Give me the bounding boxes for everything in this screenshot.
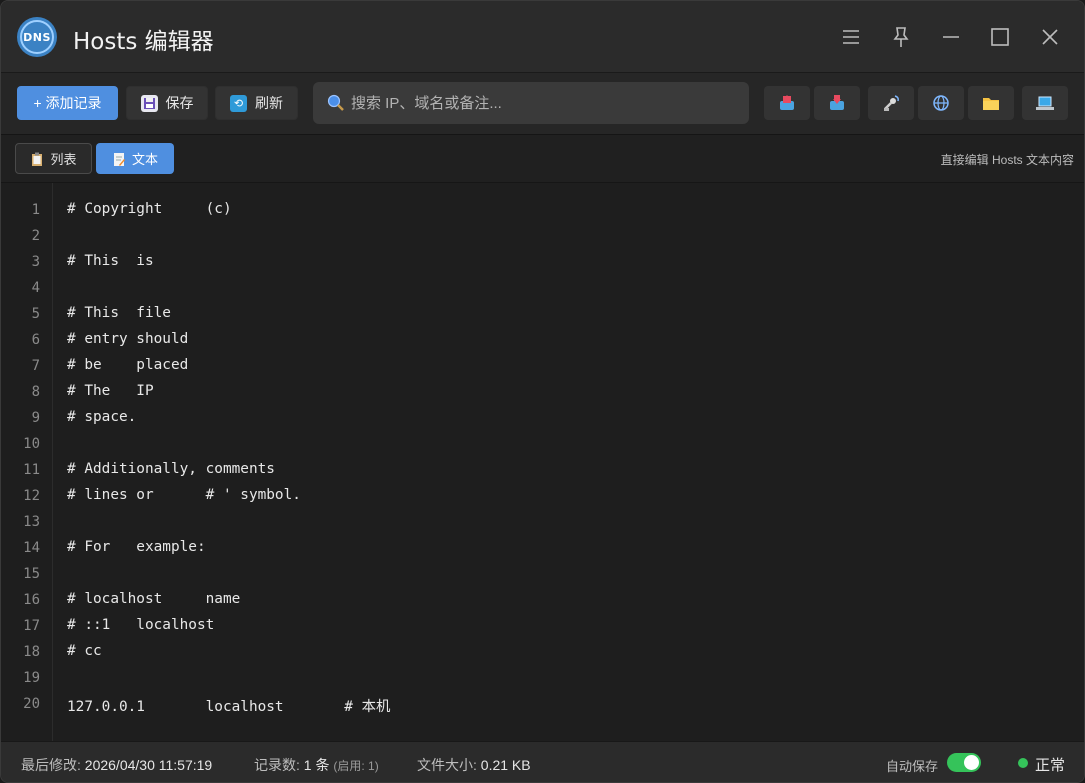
add-record-button[interactable]: + 添加记录 [17,86,118,120]
hamburger-menu-icon [843,30,859,44]
code-line[interactable]: # This file [67,305,171,321]
export-button[interactable] [764,86,810,120]
code-line[interactable]: # ::1 localhost [67,617,214,633]
line-number: 16 [23,592,40,608]
network-test-button[interactable] [868,86,914,120]
tab-text[interactable]: 文本 [96,143,174,174]
line-number: 18 [23,644,40,660]
minimize-icon [943,36,959,38]
line-number: 14 [23,540,40,556]
tab-list[interactable]: 列表 [15,143,92,174]
file-size: 文件大小: 0.21 KB [417,755,531,775]
laptop-icon [1036,96,1054,110]
code-line[interactable]: # space. [67,409,136,425]
document-edit-icon [112,151,126,166]
import-icon [830,95,844,110]
refresh-button[interactable]: ⟲ 刷新 [215,86,298,120]
record-count-label: 记录数: [254,757,300,773]
status-text: 正常 [1035,757,1066,774]
search-input[interactable] [351,94,731,112]
code-line[interactable]: # Additionally, comments [67,461,275,477]
code-line[interactable]: # The IP [67,383,154,399]
code-line[interactable]: # For example: [67,539,206,555]
code-line[interactable]: # localhost name [67,591,240,607]
app-logo-text: DNS [23,30,51,44]
last-modified-label: 最后修改: [21,757,81,773]
title-bar: DNS Hosts 编辑器 [1,1,1084,73]
toolbar: + 添加记录 保存 ⟲ 刷新 [1,73,1084,135]
line-number: 5 [31,306,40,322]
last-modified-value: 2026/04/30 11:57:19 [84,757,213,773]
code-line[interactable]: # Copyright (c) [67,201,232,217]
line-number: 8 [31,384,40,400]
hosts-text-editor[interactable]: 1 2 3 4 5 6 7 8 9 10 11 12 13 14 15 16 17 18 19 20 # Copyri… [1,183,1084,741]
code-line[interactable]: # entry should [67,331,188,347]
line-number: 3 [31,254,40,270]
refresh-icon: ⟲ [230,94,247,112]
open-folder-button[interactable] [968,86,1014,120]
status-indicator-dot [1018,758,1028,768]
record-enabled-count: (启用: 1) [333,759,379,773]
line-number: 19 [23,670,40,686]
clipboard-icon [30,151,44,166]
app-title: Hosts 编辑器 [73,29,214,55]
code-line[interactable]: 127.0.0.1 localhost # 本机 [67,695,390,716]
code-line[interactable]: # This is [67,253,154,269]
tab-list-label: 列表 [50,152,77,167]
search-icon [327,94,344,111]
code-line[interactable]: # be placed [67,357,188,373]
autosave-toggle[interactable] [947,753,981,772]
record-count: 记录数: 1 条 (启用: 1) [254,755,379,775]
line-number: 13 [23,514,40,530]
maximize-button[interactable] [986,23,1014,51]
file-size-value: 0.21 KB [480,757,531,773]
line-number: 15 [23,566,40,582]
menu-button[interactable] [837,23,865,51]
line-number: 4 [31,280,40,296]
line-number: 2 [31,228,40,244]
dns-button[interactable] [918,86,964,120]
code-line[interactable]: # lines or # ' symbol. [67,487,301,503]
line-number: 9 [31,410,40,426]
hosts-editor-window: DNS Hosts 编辑器 + 添加记录 保存 ⟲ 刷新 搜索 IP、域名或备注… [0,0,1085,783]
pin-button[interactable] [887,23,915,51]
system-button[interactable] [1022,86,1068,120]
line-number: 1 [31,202,40,218]
floppy-disk-icon [140,94,158,112]
import-button[interactable] [814,86,860,120]
last-modified: 最后修改: 2026/04/30 11:57:19 [21,755,212,775]
globe-icon [933,95,949,111]
close-button[interactable] [1036,23,1064,51]
line-number: 20 [23,696,40,712]
code-area[interactable]: # Copyright (c) # This is # This file # ent… [67,183,1067,741]
search-box[interactable] [313,82,749,124]
line-number: 12 [23,488,40,504]
line-number: 11 [23,462,40,478]
close-icon [1042,29,1058,45]
line-number: 17 [23,618,40,634]
app-logo: DNS [17,17,57,57]
line-number-gutter: 1 2 3 4 5 6 7 8 9 10 11 12 13 14 15 16 17 18 19 20 [1,183,53,741]
record-count-value: 1 条 [303,757,330,773]
export-icon [780,95,794,110]
save-label: 保存 [165,95,194,111]
tab-text-label: 文本 [131,152,158,167]
file-size-label: 文件大小: [417,757,477,773]
line-number: 7 [31,358,40,374]
satellite-icon [884,95,899,111]
autosave-label: 自动保存 [886,759,939,774]
refresh-label: 刷新 [255,95,283,111]
save-button[interactable]: 保存 [126,86,208,120]
view-bar: 列表 文本 直接编辑 Hosts 文本内容 [1,135,1084,183]
maximize-icon [991,28,1009,46]
pin-icon [893,27,909,47]
folder-icon [983,98,999,110]
code-line[interactable]: # cc [67,643,102,659]
minimize-button[interactable] [937,23,965,51]
editor-hint: 直接编辑 Hosts 文本内容 [940,153,1074,167]
line-number: 10 [23,436,40,452]
line-number: 6 [31,332,40,348]
status-bar: 最后修改: 2026/04/30 11:57:19 记录数: 1 条 (启用: … [1,741,1084,782]
